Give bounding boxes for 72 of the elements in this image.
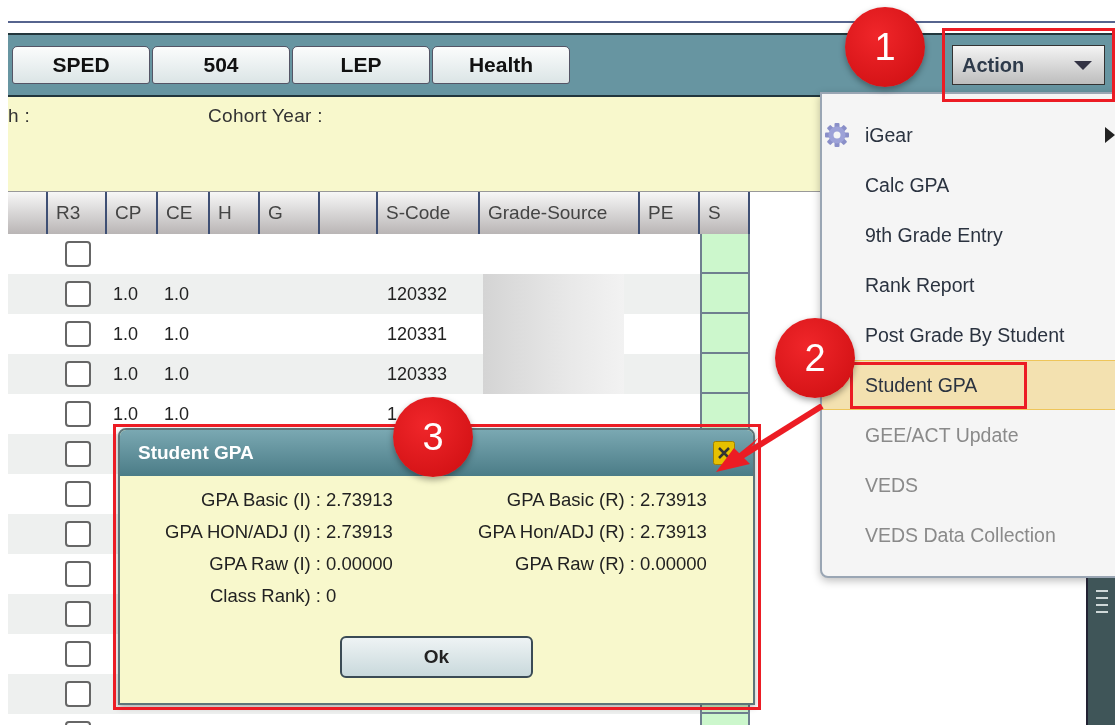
table-cell: 1.0 [164,323,190,345]
checkbox[interactable] [65,601,91,627]
checkbox[interactable] [65,321,91,347]
field-value: 0 [326,585,338,607]
table-cell: 1.0 [164,363,190,385]
field-label: Cohort Year : [208,105,323,127]
menu-item[interactable]: iGear [822,110,1115,160]
gear-icon [824,122,850,148]
step-badge: 1 [845,7,925,87]
checkbox[interactable] [65,401,91,427]
tab[interactable]: SPED [12,46,150,84]
tab[interactable]: Health [432,46,570,84]
status-cell [700,274,750,314]
field-value: 0.00000 [326,553,394,575]
checkbox[interactable] [65,641,91,667]
field-label: GPA HON/ADJ (I) : [165,521,322,543]
field-label: GPA Hon/ADJ (R) : [478,521,636,543]
field-value: 2.73913 [326,489,394,511]
table-cell: 120331 [387,323,448,345]
checkbox[interactable] [65,481,91,507]
column-header: H [210,192,260,234]
table-cell: 1.0 [113,403,139,425]
column-header: CE [158,192,210,234]
table-cell: 1.0 [113,323,139,345]
column-header: S [700,192,750,234]
table-cell: 120332 [387,283,448,305]
field-label: GPA Basic (I) : [201,489,322,511]
table-cell: 1.0 [113,283,139,305]
ok-button[interactable]: Ok [340,636,533,678]
table-cell: 1.0 [164,403,190,425]
caret-icon [1074,60,1092,70]
table-cell: 120333 [387,363,448,385]
field-value: 0.00000 [640,553,708,575]
tab[interactable]: LEP [292,46,430,84]
column-header: CP [107,192,158,234]
status-cell [700,314,750,354]
field-label: GPA Raw (I) : [209,553,322,575]
column-header: R3 [48,192,107,234]
menu-item[interactable]: Calc GPA [865,160,1115,210]
field-value: 2.73913 [326,521,394,543]
column-header [8,192,48,234]
field-label: h : [8,105,32,127]
action-button[interactable]: Action [952,45,1105,85]
step-badge: 2 [775,318,855,398]
menu-item[interactable]: Post Grade By Student [865,310,1115,360]
column-header: PE [640,192,700,234]
scrollbar[interactable] [1086,578,1115,725]
checkbox[interactable] [65,521,91,547]
checkbox[interactable] [65,441,91,467]
submenu-arrow-icon [1105,127,1115,143]
status-cell [700,234,750,274]
dialog-title: Student GPA [138,442,254,464]
menu-item[interactable]: Rank Report [865,260,1115,310]
field-value: 2.73913 [640,489,708,511]
table-cell: 1.0 [164,283,190,305]
field-label: Class Rank) : [209,585,322,607]
field-label: GPA Raw (R) : [515,553,636,575]
menu-item[interactable]: 9th Grade Entry [865,210,1115,260]
checkbox[interactable] [65,361,91,387]
checkbox[interactable] [65,281,91,307]
tab[interactable]: 504 [152,46,290,84]
checkbox[interactable] [65,561,91,587]
column-header [320,192,378,234]
table-cell: 1.0 [113,363,139,385]
checkbox[interactable] [65,241,91,267]
column-header: G [260,192,320,234]
field-value: 2.73913 [640,521,708,543]
status-cell [700,354,750,394]
column-header: S-Code [378,192,480,234]
column-header: Grade-Source [480,192,640,234]
checkbox[interactable] [65,681,91,707]
field-label: GPA Basic (R) : [506,489,636,511]
